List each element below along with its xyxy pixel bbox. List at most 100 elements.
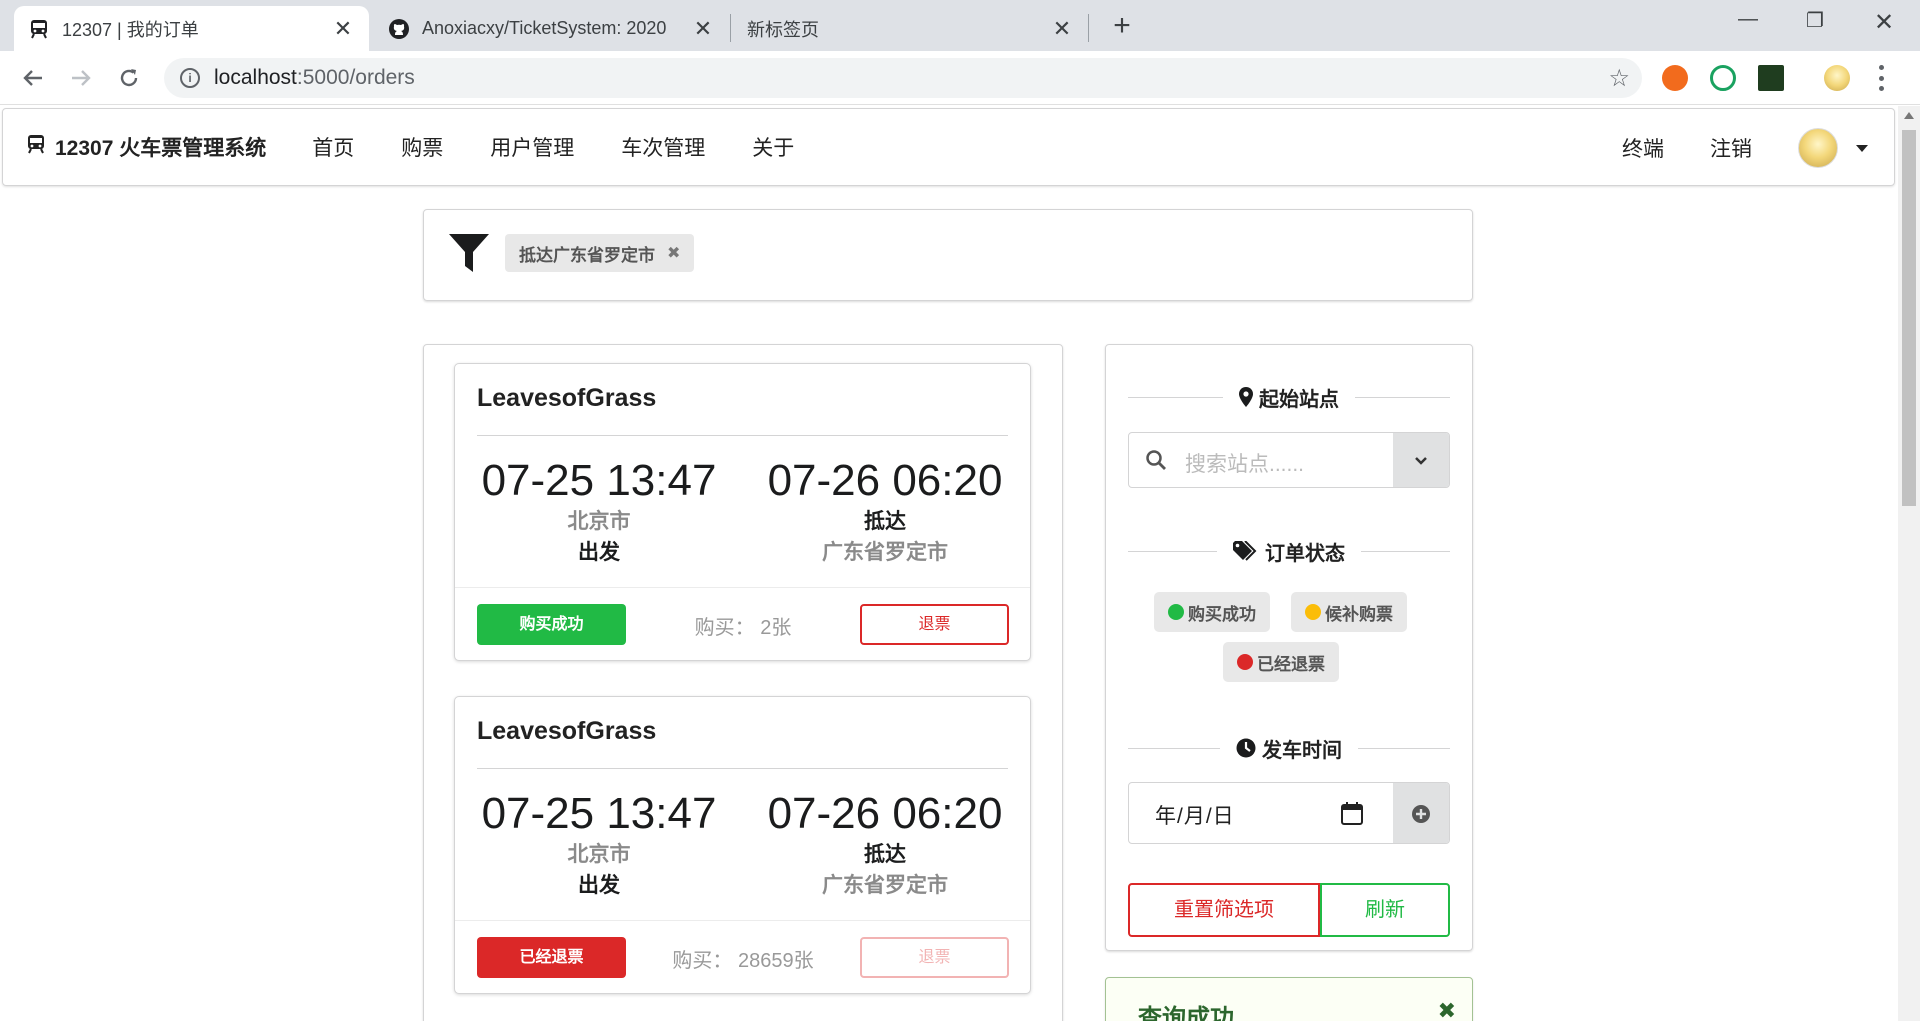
buy-count: 购买： 2张: [694, 617, 792, 639]
app-menu: 12307 火车票管理系统 首页 购票 用户管理 车次管理 关于 终端 注销: [2, 108, 1895, 186]
close-tab-icon[interactable]: ✕: [1050, 16, 1074, 41]
refresh-button[interactable]: 刷新: [1320, 883, 1450, 937]
calendar-icon[interactable]: [1341, 801, 1363, 830]
tab-orders[interactable]: 12307 | 我的订单 ✕: [14, 6, 369, 51]
info-icon[interactable]: i: [180, 68, 200, 88]
extension-orange-icon[interactable]: [1662, 65, 1688, 91]
status-chip-waitlist[interactable]: 候补购票: [1291, 592, 1407, 632]
arrive-station: 广东省罗定市: [822, 541, 948, 564]
github-icon: [388, 18, 410, 40]
date-input[interactable]: 年/月/日: [1128, 782, 1450, 844]
date-placeholder: 年/月/日: [1155, 805, 1235, 828]
extension-terminal-icon[interactable]: [1758, 65, 1784, 91]
status-chip-refunded[interactable]: 已经退票: [1223, 642, 1339, 682]
red-dot-icon: [1237, 654, 1253, 670]
tab-separator: [730, 14, 731, 42]
clock-icon: [1236, 738, 1256, 758]
page-scrollbar[interactable]: [1898, 106, 1920, 1021]
green-dot-icon: [1168, 604, 1184, 620]
tab-title: Anoxiacxy/TicketSystem: 2020: [422, 18, 667, 38]
close-message-icon[interactable]: ✖: [1438, 998, 1456, 1021]
page-viewport: 12307 火车票管理系统 首页 购票 用户管理 车次管理 关于 终端 注销 抵…: [0, 106, 1898, 1021]
train-name: LeavesofGrass: [477, 384, 657, 412]
extension-sync-icon[interactable]: [1710, 65, 1736, 91]
filter-icon: [448, 232, 490, 279]
active-filters: 抵达广东省罗定市 ✖: [423, 209, 1473, 301]
depart-time-title: 发车时间: [1262, 739, 1342, 762]
depart-label: 出发: [578, 874, 620, 897]
start-station-title: 起始站点: [1259, 388, 1339, 411]
status-chip-label: 候补购票: [1325, 604, 1393, 624]
forward-icon[interactable]: [66, 63, 96, 93]
divider: [477, 435, 1008, 436]
reload-icon[interactable]: [114, 63, 144, 93]
arrive-stat: 07-26 06:20 抵达 广东省罗定市: [745, 789, 1025, 901]
section-header-order-status: 订单状态: [1128, 536, 1450, 566]
brand[interactable]: 12307 火车票管理系统: [27, 132, 266, 162]
profile-avatar-icon[interactable]: [1824, 65, 1850, 91]
message-title: 查询成功: [1138, 1005, 1234, 1021]
menu-item-logout[interactable]: 注销: [1710, 133, 1752, 163]
section-header-start-station: 起始站点: [1128, 382, 1450, 412]
depart-station: 北京市: [567, 843, 631, 866]
url-text[interactable]: localhost:5000/orders: [214, 66, 415, 90]
menu-item-about[interactable]: 关于: [752, 132, 794, 162]
close-tab-icon[interactable]: ✕: [691, 16, 715, 41]
restore-icon[interactable]: ❐: [1792, 8, 1838, 38]
remove-filter-icon[interactable]: ✖: [667, 243, 680, 263]
back-icon[interactable]: [18, 63, 48, 93]
depart-label: 出发: [578, 541, 620, 564]
menu-item-terminal[interactable]: 终端: [1622, 133, 1664, 163]
address-bar[interactable]: i localhost:5000/orders ☆: [164, 58, 1642, 98]
minimize-icon[interactable]: —: [1725, 8, 1771, 38]
tab-new[interactable]: 新标签页 ✕: [733, 6, 1088, 51]
divider: [455, 920, 1030, 921]
scroll-up-icon[interactable]: [1904, 112, 1914, 119]
refund-button: 退票: [860, 937, 1009, 978]
menu-item-buy[interactable]: 购票: [401, 132, 443, 162]
tab-github[interactable]: Anoxiacxy/TicketSystem: 2020 ✕: [374, 6, 729, 51]
station-search[interactable]: 搜索站点......: [1128, 432, 1450, 488]
browser-menu-icon[interactable]: [1876, 65, 1886, 91]
search-icon: [1145, 449, 1167, 476]
divider: [477, 768, 1008, 769]
map-marker-icon: [1239, 387, 1253, 407]
close-window-icon[interactable]: ✕: [1861, 8, 1907, 38]
arrive-time: 07-26 06:20: [767, 456, 1003, 505]
buy-count: 购买： 28659张: [672, 950, 814, 972]
refund-button[interactable]: 退票: [860, 604, 1009, 645]
bookmark-star-icon[interactable]: ☆: [1608, 64, 1630, 93]
tab-title: 新标签页: [747, 19, 819, 40]
order-status-button[interactable]: 购买成功: [477, 604, 626, 645]
depart-station: 北京市: [567, 510, 631, 533]
add-circle-icon[interactable]: [1393, 783, 1449, 843]
depart-time: 07-25 13:47: [481, 456, 717, 505]
browser-tab-bar: 12307 | 我的订单 ✕ Anoxiacxy/TicketSystem: 2…: [0, 0, 1920, 51]
menu-item-home[interactable]: 首页: [312, 132, 354, 162]
filter-chip-label: 抵达广东省罗定市: [519, 245, 655, 265]
status-chip-success[interactable]: 购买成功: [1154, 592, 1270, 632]
user-avatar[interactable]: [1798, 128, 1838, 168]
filter-chip[interactable]: 抵达广东省罗定市 ✖: [505, 234, 695, 272]
brand-title: 12307 火车票管理系统: [55, 137, 267, 160]
dropdown-chevron-icon[interactable]: [1393, 433, 1449, 487]
menu-item-trains[interactable]: 车次管理: [621, 132, 705, 162]
url-path: :5000/orders: [296, 66, 415, 89]
url-host: localhost: [214, 66, 297, 89]
new-tab-icon[interactable]: +: [1106, 11, 1138, 43]
menu-item-users[interactable]: 用户管理: [490, 132, 574, 162]
yellow-dot-icon: [1305, 604, 1321, 620]
order-status-title: 订单状态: [1265, 542, 1345, 565]
order-card: LeavesofGrass 07-25 13:47 北京市 出发 07-26 0…: [454, 696, 1031, 994]
reset-filters-button[interactable]: 重置筛选项: [1128, 883, 1320, 937]
arrive-stat: 07-26 06:20 抵达 广东省罗定市: [745, 456, 1025, 568]
caret-down-icon[interactable]: [1856, 144, 1868, 152]
divider: [455, 587, 1030, 588]
depart-stat: 07-25 13:47 北京市 出发: [459, 456, 739, 568]
status-chip-label: 购买成功: [1188, 604, 1256, 624]
order-status-button[interactable]: 已经退票: [477, 937, 626, 978]
close-tab-icon[interactable]: ✕: [331, 16, 355, 41]
train-name: LeavesofGrass: [477, 717, 657, 745]
menu-right: 终端 注销: [1622, 109, 1894, 187]
scrollbar-thumb[interactable]: [1902, 130, 1916, 506]
